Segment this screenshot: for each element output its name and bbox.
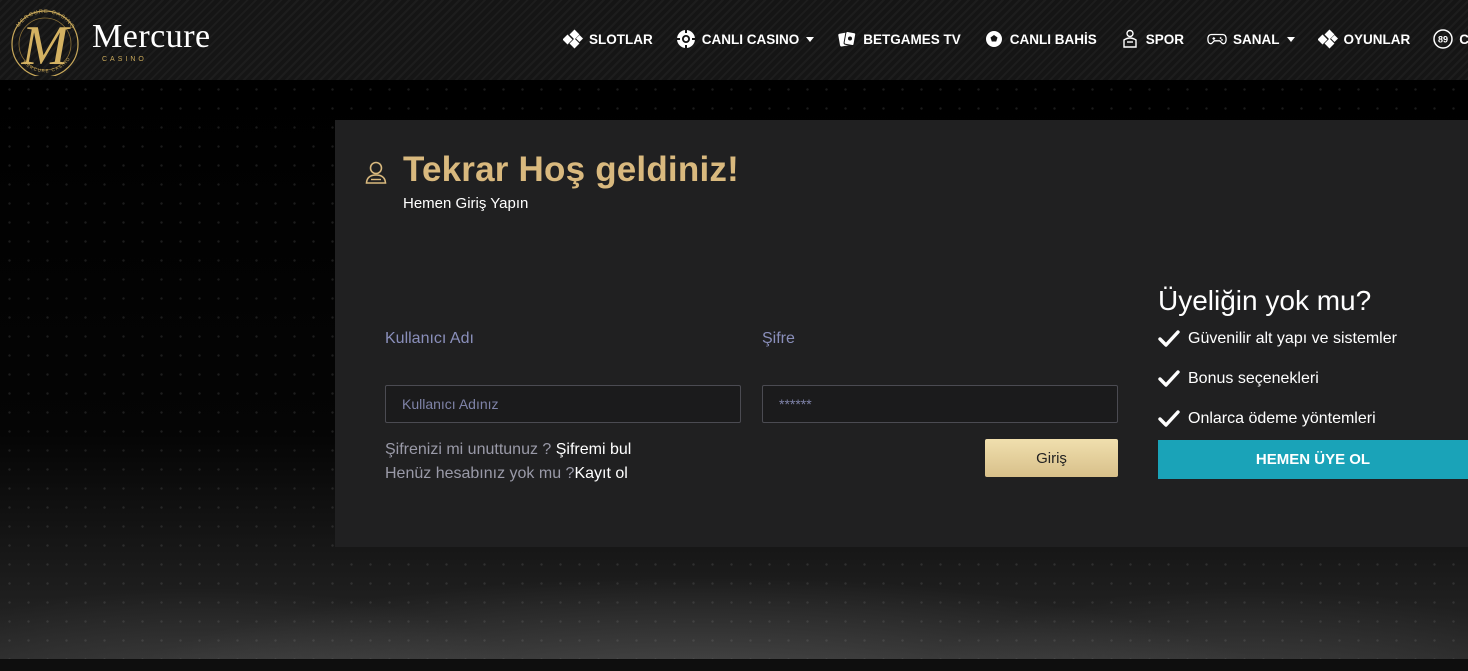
nav-item-canli-tombala[interactable]: 89 CANL <box>1433 28 1468 50</box>
password-label: Şifre <box>762 330 795 347</box>
signup-feature: Güvenilir alt yapı ve sistemler <box>1158 330 1397 348</box>
sport-player-icon <box>1123 29 1137 48</box>
nav-item-slotlar[interactable]: SLOTLAR <box>563 28 653 50</box>
logo-monogram-icon: MERCURE CASINO MERCURE CASINO M <box>11 9 79 76</box>
check-icon <box>1158 330 1180 347</box>
nav-label: SLOTLAR <box>589 31 653 47</box>
signup-feature: Bonus seçenekleri <box>1158 370 1319 388</box>
nav-label: OYUNLAR <box>1343 31 1411 47</box>
feature-label: Bonus seçenekleri <box>1188 370 1319 387</box>
no-account-text: Henüz hesabınız yok mu ? <box>385 465 575 482</box>
nav-item-sanal[interactable]: SANAL <box>1207 28 1295 50</box>
chevron-down-icon <box>806 36 815 42</box>
forgot-password-link[interactable]: Şifremi bul <box>556 441 632 458</box>
nav-label: CANLI CASINO <box>701 31 800 47</box>
brand-tagline: CASINO <box>102 56 147 63</box>
soccer-ball-icon <box>984 30 1003 48</box>
nav-item-spor[interactable]: SPOR <box>1120 28 1184 50</box>
nav-label: CANLI BAHİS <box>1009 31 1097 47</box>
logo-monogram-letter: M <box>21 15 72 76</box>
user-icon <box>365 161 387 184</box>
signup-title: Üyeliğin yok mu? <box>1158 285 1372 316</box>
bingo-ball-icon: 89 <box>1433 29 1454 49</box>
nav-label: SPOR <box>1145 31 1185 47</box>
brand-logo[interactable]: MERCURE CASINO MERCURE CASINO M Mercure … <box>4 6 234 76</box>
nav-label: BETGAMES TV <box>863 31 961 47</box>
forgot-password-text: Şifrenizi mi unuttunuz ? <box>385 441 556 458</box>
dice-icon <box>1317 29 1338 49</box>
dice-icon <box>563 29 583 49</box>
login-button[interactable]: Giriş <box>985 439 1118 477</box>
top-header: MERCURE CASINO MERCURE CASINO M Mercure … <box>0 0 1468 80</box>
page-subtitle: Hemen Giriş Yapın <box>403 195 529 212</box>
nav-item-betgames-tv[interactable]: BETGAMES TV <box>837 28 961 50</box>
register-link[interactable]: Kayıt ol <box>574 465 627 482</box>
nav-item-oyunlar[interactable]: OYUNLAR <box>1317 28 1411 50</box>
chevron-down-icon <box>1286 36 1295 42</box>
main-nav: SLOTLAR CANLI CASINO BETGAMES TV CANLI B… <box>563 28 1468 50</box>
brand-name: Mercure <box>92 18 211 55</box>
username-label: Kullanıcı Adı <box>385 330 474 347</box>
feature-label: Onlarca ödeme yöntemleri <box>1188 410 1376 427</box>
password-input[interactable] <box>762 385 1118 423</box>
nav-item-canli-bahis[interactable]: CANLI BAHİS <box>984 28 1097 50</box>
cards-icon <box>838 30 857 47</box>
register-row: Henüz hesabınız yok mu ?Kayıt ol <box>385 465 628 483</box>
check-icon <box>1158 410 1180 427</box>
feature-label: Güvenilir alt yapı ve sistemler <box>1188 330 1397 347</box>
nav-label: CANL <box>1459 31 1468 47</box>
username-input[interactable] <box>385 385 741 423</box>
signup-feature: Onlarca ödeme yöntemleri <box>1158 410 1376 428</box>
roulette-chip-icon <box>676 30 695 48</box>
page-title: Tekrar Hoş geldiniz! <box>403 150 739 189</box>
gamepad-icon <box>1207 33 1227 45</box>
nav-item-canli-casino[interactable]: CANLI CASINO <box>676 28 815 50</box>
page-bottom-band <box>0 659 1468 671</box>
nav-label: SANAL <box>1233 31 1280 47</box>
forgot-password-row: Şifrenizi mi unuttunuz ? Şifremi bul <box>385 441 631 459</box>
bingo-ball-number: 89 <box>1438 35 1448 45</box>
signup-button[interactable]: HEMEN ÜYE OL <box>1158 440 1468 479</box>
login-panel: Tekrar Hoş geldiniz! Hemen Giriş Yapın K… <box>335 120 1468 547</box>
check-icon <box>1158 370 1180 387</box>
